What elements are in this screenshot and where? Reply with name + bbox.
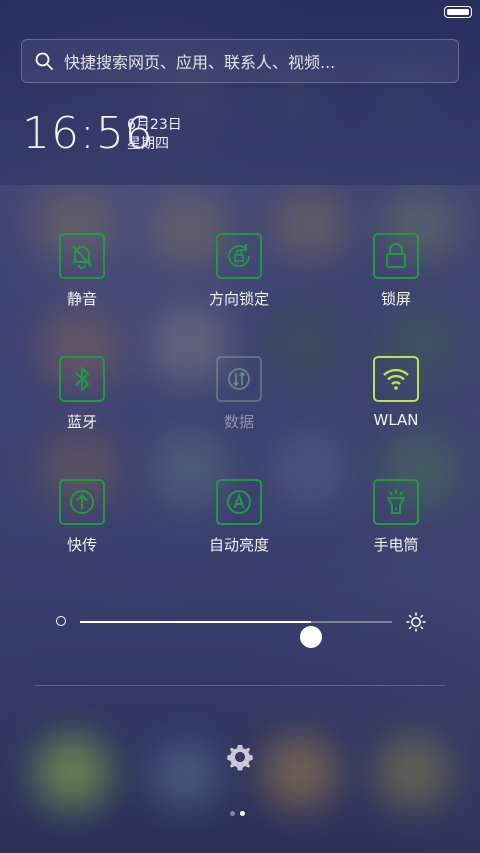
lock-icon [373,233,419,279]
date-label: 6月23日 [127,117,182,133]
toggle-mute[interactable]: 静音 [7,233,157,309]
toggle-lock-screen[interactable]: 锁屏 [321,233,471,309]
brightness-track[interactable] [80,621,392,648]
dock-blob [35,735,110,810]
toggle-auto-brightness[interactable]: 自动亮度 [164,479,314,555]
quick-transfer-icon [59,479,105,525]
page-dot [230,811,235,816]
toggle-mobile-data[interactable]: 数据 [164,356,314,432]
search-bar[interactable]: 快捷搜索网页、应用、联系人、视频... [21,39,459,83]
brightness-low-icon [56,616,66,626]
search-icon [35,52,53,70]
wifi-icon [373,356,419,402]
toggle-label: 快传 [66,536,97,554]
dock-blob [150,740,220,810]
toggle-rotation-lock[interactable]: 方向锁定 [164,233,314,309]
weekday-label: 星期四 [127,136,169,152]
rotation-lock-icon [216,233,262,279]
toggle-label: 手电筒 [373,536,419,554]
settings-gear-icon[interactable] [224,741,256,773]
mobile-data-icon [216,356,262,402]
toggle-label: 锁屏 [380,290,411,308]
brightness-slider[interactable] [56,606,426,648]
dock-blob [262,735,337,810]
brightness-fill [80,621,311,623]
toggle-label: 自动亮度 [208,536,269,554]
search-placeholder: 快捷搜索网页、应用、联系人、视频... [64,53,336,72]
page-dot [240,811,245,816]
toggle-label: 数据 [223,413,254,431]
mute-bell-icon [59,233,105,279]
bluetooth-icon [59,356,105,402]
panel-divider [35,685,445,686]
toggle-wlan[interactable]: WLAN [321,356,471,429]
brightness-high-icon [406,612,426,632]
toggle-label: 静音 [66,290,97,308]
clock-date: 6月23日 星期四 [127,116,182,154]
flashlight-icon [373,479,419,525]
battery-icon [444,6,472,18]
toggle-label: 蓝牙 [66,413,97,431]
toggle-label: 方向锁定 [208,290,269,308]
toggle-flashlight[interactable]: 手电筒 [321,479,471,555]
toggle-quick-transfer[interactable]: 快传 [7,479,157,555]
auto-brightness-icon [216,479,262,525]
page-indicator [230,811,250,819]
toggle-bluetooth[interactable]: 蓝牙 [7,356,157,432]
brightness-thumb[interactable] [299,626,322,648]
dock-blob [375,735,450,810]
toggle-label: WLAN [373,411,419,429]
